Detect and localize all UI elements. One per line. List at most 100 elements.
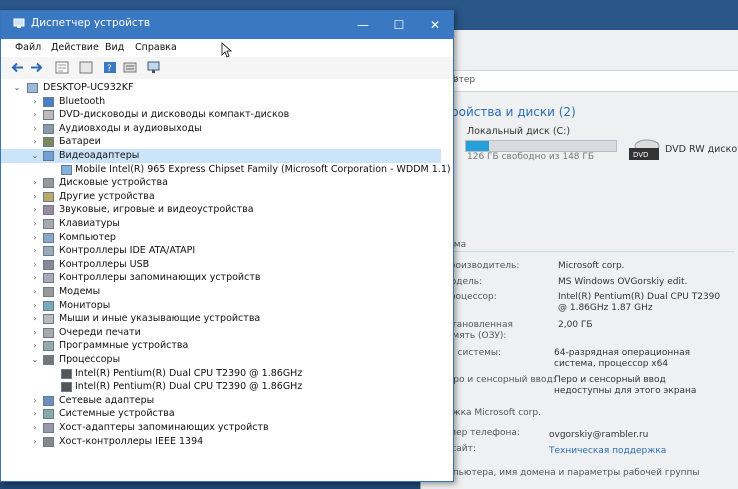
tree-category-label: Модемы: [59, 286, 101, 297]
title-bar[interactable]: Диспетчер устройств — ☐ ✕: [1, 11, 453, 39]
usb-icon: [43, 259, 54, 270]
cpu-icon: [61, 368, 72, 379]
refresh-icon[interactable]: ↻: [451, 74, 733, 84]
maximize-button[interactable]: ☐: [381, 11, 417, 39]
pen-touch-value: Перо и сенсорный ввод недоступны для это…: [554, 375, 697, 396]
tree-category[interactable]: › Другие устройства: [1, 190, 441, 204]
chevron-right-icon[interactable]: ›: [31, 299, 39, 313]
tree-category[interactable]: ⌄ Видеоадаптеры: [1, 149, 441, 163]
chevron-right-icon[interactable]: ›: [31, 231, 39, 245]
chevron-right-icon[interactable]: ›: [31, 394, 39, 408]
manufacturer-value: Microsoft corp.: [558, 261, 625, 271]
minimize-button[interactable]: —: [345, 11, 381, 39]
chevron-right-icon[interactable]: ›: [31, 326, 39, 340]
properties-icon[interactable]: [55, 61, 69, 74]
chevron-right-icon[interactable]: ›: [31, 258, 39, 272]
tree-category[interactable]: › Системные устройства: [1, 407, 441, 421]
menu-file[interactable]: Файл: [15, 42, 41, 53]
local-disk-label[interactable]: Локальный диск (C:): [467, 126, 570, 137]
view-icon[interactable]: [79, 61, 93, 74]
computer-icon: [43, 232, 54, 243]
chevron-right-icon[interactable]: ›: [31, 95, 39, 109]
chevron-right-icon[interactable]: ›: [31, 271, 39, 285]
tree-category[interactable]: › Клавиатуры: [1, 217, 441, 231]
tree-category[interactable]: › Мыши и иные указывающие устройства: [1, 312, 441, 326]
chevron-right-icon[interactable]: ›: [31, 217, 39, 231]
chevron-right-icon[interactable]: ›: [31, 108, 39, 122]
chevron-right-icon[interactable]: ›: [31, 122, 39, 136]
tree-category-label: Программные устройства: [59, 340, 189, 352]
sound-icon: [43, 205, 54, 216]
tree-category[interactable]: › Bluetooth: [1, 95, 441, 109]
mouse-icon: [43, 314, 54, 325]
chevron-right-icon[interactable]: ›: [31, 203, 39, 217]
tree-device[interactable]: Intel(R) Pentium(R) Dual CPU T2390 @ 1.8…: [1, 367, 441, 381]
chevron-down-icon[interactable]: ⌄: [31, 149, 39, 163]
chevron-right-icon[interactable]: ›: [31, 176, 39, 190]
chevron-right-icon[interactable]: ›: [31, 244, 39, 258]
tree-category[interactable]: › Очереди печати: [1, 326, 441, 340]
tree-category-label: Мониторы: [59, 299, 111, 311]
tree-device[interactable]: Intel(R) Pentium(R) Dual CPU T2390 @ 1.8…: [1, 380, 441, 394]
forward-arrow-icon[interactable]: [29, 61, 43, 74]
tree-category[interactable]: › Компьютер: [1, 231, 441, 245]
dvd-drive-label[interactable]: DVD RW дисково: [665, 144, 738, 155]
chevron-right-icon[interactable]: ›: [31, 421, 39, 435]
tree-category[interactable]: › Контроллеры USB: [1, 258, 441, 272]
tree-category[interactable]: › Контроллеры IDE ATA/ATAPI: [1, 244, 441, 258]
mouse-pointer-icon: [221, 42, 233, 58]
chevron-down-icon[interactable]: ⌄: [13, 81, 21, 95]
chevron-right-icon[interactable]: ›: [31, 339, 39, 353]
tree-category[interactable]: › DVD-дисководы и дисководы компакт-диско…: [1, 108, 441, 122]
tree-category-label: Контроллеры USB: [59, 258, 150, 270]
tree-category[interactable]: › Хост-контроллеры IEEE 1394: [1, 435, 441, 449]
tree-category[interactable]: › Модемы: [1, 285, 441, 299]
tree-device[interactable]: Mobile Intel(R) 965 Express Chipset Fami…: [1, 163, 451, 177]
chevron-right-icon[interactable]: ›: [31, 312, 39, 326]
address-bar[interactable]: ютер ⌄ ↻: [421, 70, 738, 92]
dvd-drive-icon[interactable]: DVD: [627, 138, 661, 162]
disk-free-text: 126 ГБ свободно из 148 ГБ: [467, 152, 595, 162]
cpu-icon: [61, 382, 72, 393]
tree-category[interactable]: › Программные устройства: [1, 339, 441, 353]
tree-device-label: Intel(R) Pentium(R) Dual CPU T2390 @ 1.8…: [75, 381, 303, 393]
tree-category[interactable]: › Батареи: [1, 135, 441, 149]
window-title: Диспетчер устройств: [31, 17, 151, 29]
tree-category[interactable]: › Хост-адаптеры запоминающих устройств: [1, 421, 441, 435]
back-arrow-icon[interactable]: [11, 61, 25, 74]
modem-icon: [43, 287, 54, 297]
dvd-icon: [43, 110, 54, 121]
chevron-right-icon[interactable]: ›: [31, 285, 39, 299]
tree-category[interactable]: › Аудиовходы и аудиовыходы: [1, 122, 441, 136]
tree-category[interactable]: ⌄ Процессоры: [1, 353, 441, 367]
storage-controller-icon: [43, 273, 54, 284]
tree-category[interactable]: › Сетевые адаптеры: [1, 394, 441, 408]
support-link[interactable]: Техническая поддержка: [549, 446, 719, 457]
chevron-right-icon[interactable]: ›: [31, 135, 39, 149]
chevron-right-icon[interactable]: ›: [31, 190, 39, 204]
system-device-icon: [43, 409, 54, 420]
workgroup-footer: компьютера, имя домена и параметры рабоч…: [435, 468, 700, 478]
device-list-icon[interactable]: [123, 61, 137, 74]
tree-category[interactable]: › Контроллеры запоминающих устройств: [1, 271, 441, 285]
tree-category-label: Видеоадаптеры: [59, 150, 140, 161]
tree-category[interactable]: › Мониторы: [1, 299, 441, 313]
tree-category[interactable]: › Звуковые, игровые и видеоустройства: [1, 203, 441, 217]
menu-action[interactable]: Действие: [51, 42, 99, 53]
chevron-down-icon[interactable]: ⌄: [31, 353, 39, 367]
tree-category-label: Батареи: [59, 136, 101, 148]
scan-hardware-icon[interactable]: [147, 61, 161, 74]
speaker-icon: [43, 123, 54, 134]
close-button[interactable]: ✕: [417, 11, 453, 39]
chevron-right-icon[interactable]: ›: [31, 407, 39, 421]
menu-help[interactable]: Справка: [135, 42, 177, 53]
printer-icon: [43, 327, 54, 338]
tree-root[interactable]: ⌄ DESKTOP-UC932KF: [1, 81, 441, 95]
software-device-icon: [43, 341, 54, 352]
chevron-right-icon[interactable]: ›: [31, 435, 39, 449]
disk-usage-fill: [466, 141, 489, 151]
tree-category[interactable]: › Дисковые устройства: [1, 176, 441, 190]
menu-view[interactable]: Вид: [105, 42, 124, 53]
battery-icon: [43, 137, 54, 148]
help-icon[interactable]: ?: [103, 61, 117, 74]
